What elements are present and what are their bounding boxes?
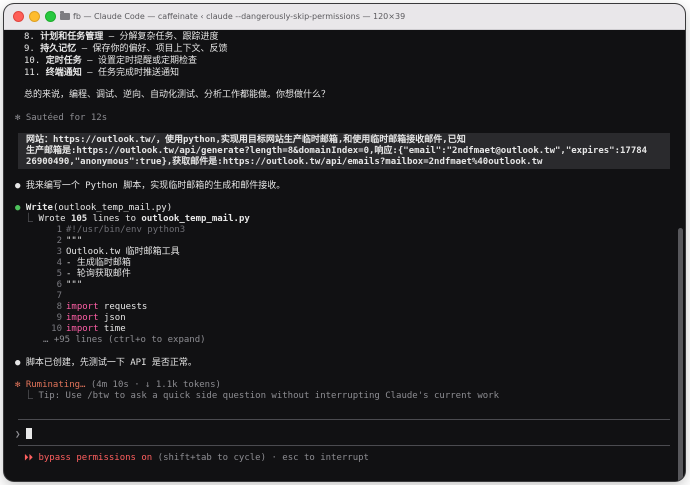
code-line: 2 """: [56, 236, 83, 246]
list-item: 8. 计划和任务管理 — 分解复杂任务、跟踪进度: [24, 32, 219, 42]
tree-branch-icon: ⎿: [24, 214, 34, 224]
user-message-line: 生产邮箱是:https://outlook.tw/api/generate?le…: [26, 146, 648, 156]
text-cursor: [25, 428, 32, 439]
tool-result: ⎿ Wrote 105 lines to outlook_temp_mail.p…: [24, 214, 250, 224]
sparkle-icon: ✻: [15, 113, 21, 123]
code-line: 3 Outlook.tw 临时邮箱工具: [56, 247, 180, 257]
title-folder: fb: [73, 12, 81, 21]
user-message-line: 26900490,"anonymous":true},获取邮件是:https:/…: [26, 157, 543, 167]
title-text: — Claude Code — caffeinate ‹ claude --da…: [83, 12, 406, 21]
input-bottom-divider: [18, 445, 670, 446]
list-item: 9. 持久记忆 — 保存你的偏好、项目上下文、反馈: [24, 44, 228, 54]
tool-call: ● Write(outlook_temp_mail.py): [15, 203, 173, 213]
code-line: 5- 轮询获取邮件: [56, 269, 131, 279]
fast-forward-icon: ⏵⏵: [24, 453, 34, 463]
expand-more-link[interactable]: … +95 lines (ctrl+o to expand): [43, 335, 206, 346]
title-bar: fb — Claude Code — caffeinate ‹ claude -…: [4, 4, 685, 30]
window-title: fb — Claude Code — caffeinate ‹ claude -…: [60, 4, 405, 29]
code-line: 10 import time: [51, 324, 126, 334]
code-line: 6 """: [56, 280, 83, 290]
folder-icon: [60, 11, 70, 20]
tip-line: ⎿ Tip: Use /btw to ask a quick side ques…: [24, 391, 500, 401]
terminal-content[interactable]: 8. 计划和任务管理 — 分解复杂任务、跟踪进度 9. 持久记忆 — 保存你的偏…: [4, 30, 685, 481]
input-top-divider: [18, 419, 670, 420]
success-dot-icon: ●: [15, 203, 21, 213]
close-button[interactable]: [13, 11, 24, 22]
sauteed-line: ✻ Sautéed for 12s: [15, 113, 108, 123]
prompt-input[interactable]: ❯: [15, 428, 32, 440]
bullet-icon: ●: [15, 358, 21, 368]
code-line: 8 import requests: [56, 302, 148, 312]
code-line: 9 import json: [56, 313, 126, 323]
assistant-message: ● 我来编写一个 Python 脚本，实现临时邮箱的生成和邮件接收。: [15, 181, 286, 191]
status-line: ✻ Ruminating… (4m 10s · ↓ 1.1k tokens): [15, 380, 221, 390]
prompt-chevron-icon: ❯: [15, 430, 21, 440]
tree-branch-icon: ⎿: [24, 391, 34, 401]
permission-mode-indicator[interactable]: ⏵⏵ bypass permissions on (shift+tab to c…: [24, 453, 369, 464]
list-item: 10. 定时任务 — 设置定时提醒或定期检查: [24, 56, 197, 66]
code-line: 1 #!/usr/bin/env python3: [56, 225, 186, 235]
code-line: 4- 生成临时邮箱: [56, 258, 131, 268]
user-message-line: 网站：https://outlook.tw/，使用python,实现用目标网站生…: [26, 135, 466, 145]
code-line: 7: [56, 291, 62, 301]
assistant-message: ● 脚本已创建，先测试一下 API 是否正常。: [15, 358, 197, 368]
minimize-button[interactable]: [29, 11, 40, 22]
list-item: 11. 终端通知 — 任务完成时推送通知: [24, 68, 179, 78]
summary-text: 总的来说，编程、调试、逆向、自动化测试、分析工作都能做。你想做什么？: [24, 90, 331, 100]
bullet-icon: ●: [15, 181, 21, 191]
zoom-button[interactable]: [45, 11, 56, 22]
terminal-window: fb — Claude Code — caffeinate ‹ claude -…: [4, 4, 685, 481]
spinner-icon: ✻: [15, 380, 21, 390]
scrollbar[interactable]: [678, 228, 683, 481]
